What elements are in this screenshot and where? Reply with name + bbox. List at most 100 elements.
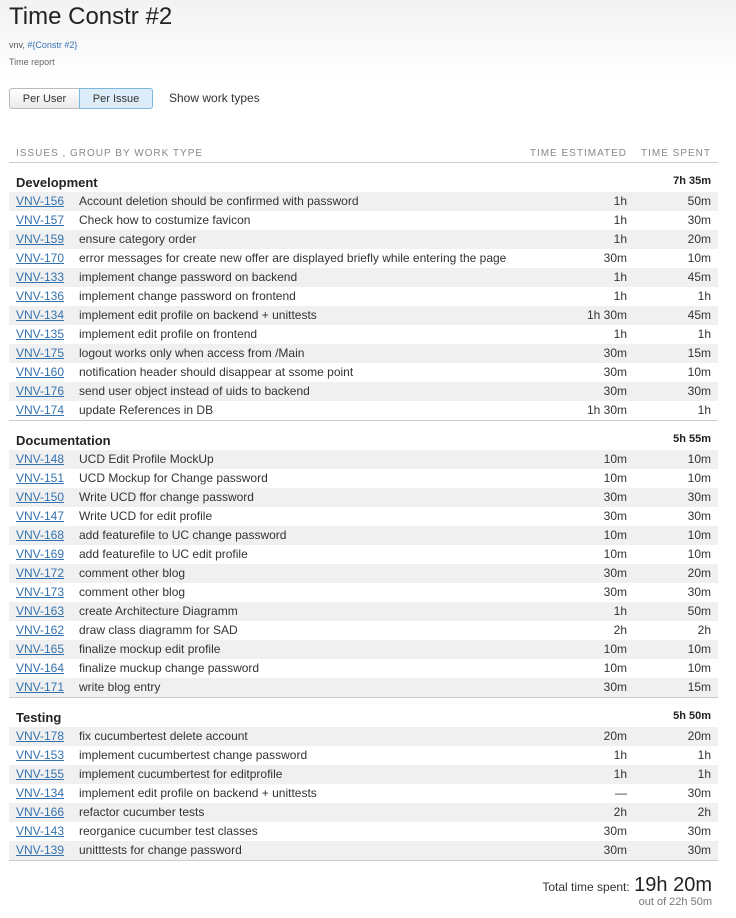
time-spent: 45m (687, 270, 711, 284)
issue-key-link[interactable]: VNV-160 (16, 363, 64, 382)
time-spent: 10m (687, 452, 711, 466)
issue-key-link[interactable]: VNV-169 (16, 545, 64, 564)
time-spent: 10m (687, 251, 711, 265)
issue-key-link[interactable]: VNV-151 (16, 469, 64, 488)
time-estimated: 1h (613, 194, 627, 208)
group-rows: VNV-148 UCD Edit Profile MockUp 10m 10m VNV-… (9, 450, 718, 698)
table-row: VNV-147 Write UCD for edit profile 30m 30m (9, 507, 718, 526)
issue-summary: fix cucumbertest delete account (79, 729, 248, 743)
issue-key-link[interactable]: VNV-134 (16, 306, 64, 325)
issue-key-link[interactable]: VNV-168 (16, 526, 64, 545)
table-row: VNV-157 Check how to costumize favicon 1h 3… (9, 211, 718, 230)
issue-summary: implement cucumbertest change password (79, 748, 308, 762)
time-estimated: — (615, 786, 627, 800)
issue-key-link[interactable]: VNV-171 (16, 678, 64, 697)
issue-key-link[interactable]: VNV-159 (16, 230, 64, 249)
time-spent: 30m (687, 213, 711, 227)
issue-summary: reorganice cucumber test classes (79, 824, 258, 838)
time-estimated: 30m (603, 585, 627, 599)
time-spent: 30m (687, 509, 711, 523)
issue-key-link[interactable]: VNV-136 (16, 287, 64, 306)
issue-summary: implement edit profile on backend + unit… (79, 786, 317, 800)
total-label: Total time spent: (542, 880, 630, 894)
group-rows: VNV-156 Account deletion should be confir… (9, 192, 718, 421)
issue-key-link[interactable]: VNV-155 (16, 765, 64, 784)
time-estimated: 1h (613, 232, 627, 246)
table-row: VNV-165 finalize mockup edit profile 10m 10… (9, 640, 718, 659)
time-estimated: 30m (603, 384, 627, 398)
table-row: VNV-169 add featurefile to UC edit profil… (9, 545, 718, 564)
issue-key-link[interactable]: VNV-166 (16, 803, 64, 822)
time-spent: 30m (687, 384, 711, 398)
time-estimated: 1h (613, 213, 627, 227)
time-estimated: 1h 30m (586, 403, 627, 417)
group-name: Testing (16, 710, 62, 725)
issue-key-link[interactable]: VNV-133 (16, 268, 64, 287)
time-estimated: 30m (603, 490, 627, 504)
time-spent: 1h (697, 403, 711, 417)
issue-summary: draw class diagramm for SAD (79, 623, 238, 637)
issue-key-link[interactable]: VNV-157 (16, 211, 64, 230)
table-row: VNV-159 ensure category order 1h 20m (9, 230, 718, 249)
issue-key-link[interactable]: VNV-165 (16, 640, 64, 659)
time-estimated: 30m (603, 566, 627, 580)
group-header: Testing 5h 50m (9, 698, 718, 727)
issue-key-link[interactable]: VNV-153 (16, 746, 64, 765)
issue-key-link[interactable]: VNV-173 (16, 583, 64, 602)
issue-key-link[interactable]: VNV-170 (16, 249, 64, 268)
table-header: ISSUES , GROUP BY WORK TYPE TIME ESTIMAT… (9, 146, 718, 163)
time-spent: 1h (697, 327, 711, 341)
table-row: VNV-166 refactor cucumber tests 2h 2h (9, 803, 718, 822)
table-row: VNV-136 implement change password on fron… (9, 287, 718, 306)
issue-key-link[interactable]: VNV-174 (16, 401, 64, 420)
issue-key-link[interactable]: VNV-139 (16, 841, 64, 860)
time-estimated: 10m (603, 452, 627, 466)
issue-key-link[interactable]: VNV-147 (16, 507, 64, 526)
time-estimated: 1h (613, 289, 627, 303)
issue-summary: UCD Mockup for Change password (79, 471, 268, 485)
issue-key-link[interactable]: VNV-148 (16, 450, 64, 469)
issue-summary: error messages for create new offer are … (79, 251, 507, 265)
issue-key-link[interactable]: VNV-178 (16, 727, 64, 746)
per-issue-button[interactable]: Per Issue (79, 88, 153, 109)
show-work-types-link[interactable]: Show work types (169, 91, 260, 105)
issue-key-link[interactable]: VNV-150 (16, 488, 64, 507)
issue-summary: comment other blog (79, 585, 186, 599)
issue-key-link[interactable]: VNV-135 (16, 325, 64, 344)
per-user-button[interactable]: Per User (9, 88, 80, 109)
breadcrumb: vnv, #{Constr #2} (9, 40, 77, 50)
issue-summary: Write UCD for edit profile (79, 509, 213, 523)
group-name: Documentation (16, 433, 111, 448)
issue-summary: Write UCD ffor change password (79, 490, 254, 504)
issue-summary: add featurefile to UC edit profile (79, 547, 248, 561)
issue-key-link[interactable]: VNV-176 (16, 382, 64, 401)
issue-key-link[interactable]: VNV-175 (16, 344, 64, 363)
issue-key-link[interactable]: VNV-134 (16, 784, 64, 803)
table-row: VNV-155 implement cucumbertest for editpr… (9, 765, 718, 784)
table-row: VNV-170 error messages for create new off… (9, 249, 718, 268)
issue-key-link[interactable]: VNV-163 (16, 602, 64, 621)
table-row: VNV-168 add featurefile to UC change pass… (9, 526, 718, 545)
time-spent: 2h (697, 623, 711, 637)
issue-key-link[interactable]: VNV-164 (16, 659, 64, 678)
issue-summary: refactor cucumber tests (79, 805, 205, 819)
time-estimated: 1h (613, 748, 627, 762)
table-row: VNV-162 draw class diagramm for SAD 2h 2h (9, 621, 718, 640)
time-spent: 15m (687, 680, 711, 694)
time-estimated: 2h (613, 623, 627, 637)
time-spent: 10m (687, 547, 711, 561)
issue-key-link[interactable]: VNV-143 (16, 822, 64, 841)
time-spent: 10m (687, 471, 711, 485)
table-row: VNV-150 Write UCD ffor change password 30m… (9, 488, 718, 507)
page-header: Time Constr #2 vnv, #{Constr #2} Time re… (0, 0, 736, 80)
time-estimated: 1h 30m (586, 308, 627, 322)
time-spent: 2h (697, 805, 711, 819)
time-spent: 30m (687, 786, 711, 800)
time-spent: 20m (687, 566, 711, 580)
breadcrumb-link[interactable]: #{Constr #2} (27, 40, 77, 50)
issue-key-link[interactable]: VNV-172 (16, 564, 64, 583)
issue-key-link[interactable]: VNV-162 (16, 621, 64, 640)
time-spent: 50m (687, 604, 711, 618)
issue-key-link[interactable]: VNV-156 (16, 192, 64, 211)
group-name: Development (16, 175, 98, 190)
